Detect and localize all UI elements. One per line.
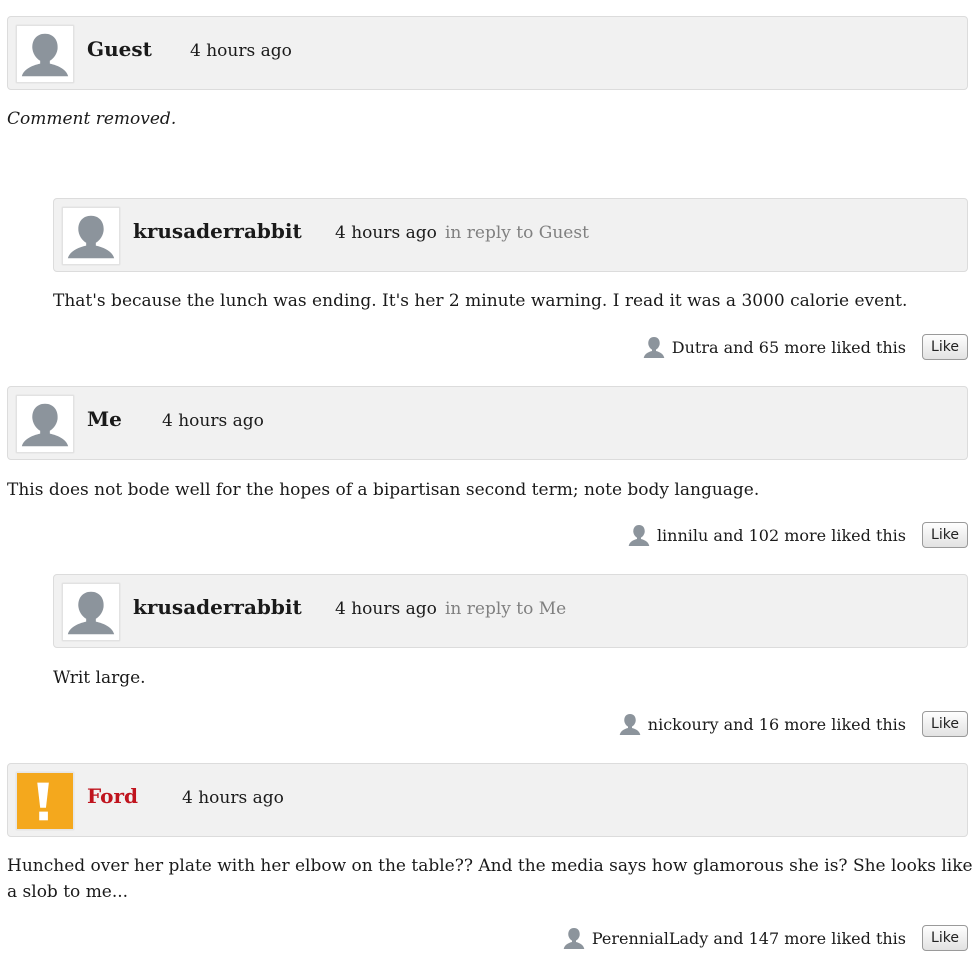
liker-avatar-icon	[560, 925, 587, 951]
comment-thread: Guest 4 hours ago Comment removed. krusa…	[0, 0, 980, 957]
comment-timestamp[interactable]: 4 hours ago	[182, 788, 284, 808]
comment-text: Hunched over her plate with her elbow on…	[7, 856, 973, 902]
comment-timestamp[interactable]: 4 hours ago	[335, 223, 437, 243]
default-avatar-icon[interactable]	[62, 583, 120, 641]
likes-row: PerennialLady and 147 more liked this Li…	[560, 923, 968, 953]
default-avatar-icon[interactable]	[16, 395, 74, 453]
comment-timestamp[interactable]: 4 hours ago	[162, 411, 264, 431]
comment-header: Guest 4 hours ago	[7, 16, 968, 90]
likes-count-text[interactable]: nickoury and 16 more liked this	[648, 715, 906, 734]
likes-count-text[interactable]: Dutra and 65 more liked this	[672, 338, 906, 357]
like-button[interactable]: Like	[922, 522, 968, 548]
in-reply-to-link[interactable]: in reply to Me	[445, 599, 566, 619]
author-name[interactable]: Me	[87, 407, 122, 431]
reply-comment: krusaderrabbit 4 hours ago in reply to M…	[53, 574, 968, 648]
liker-avatar-icon	[640, 334, 667, 360]
default-avatar-icon[interactable]	[16, 25, 74, 83]
like-button[interactable]: Like	[922, 925, 968, 951]
comment-header: krusaderrabbit 4 hours ago in reply to M…	[53, 574, 968, 648]
comment-text: Writ large.	[53, 668, 146, 688]
comment-text: That's because the lunch was ending. It'…	[53, 291, 908, 311]
comment-header: krusaderrabbit 4 hours ago in reply to G…	[53, 198, 968, 272]
comment: Ford 4 hours ago	[7, 763, 968, 837]
reply-comment: krusaderrabbit 4 hours ago in reply to G…	[53, 198, 968, 272]
like-button[interactable]: Like	[922, 334, 968, 360]
exclamation-logo-icon[interactable]	[16, 772, 74, 830]
author-name[interactable]: Guest	[87, 37, 152, 61]
likes-row: linnilu and 102 more liked this Like	[625, 520, 968, 550]
liker-avatar-icon	[625, 522, 652, 548]
likes-row: Dutra and 65 more liked this Like	[640, 332, 968, 362]
comment-header: Ford 4 hours ago	[7, 763, 968, 837]
author-name[interactable]: Ford	[87, 784, 138, 808]
comment-text: Comment removed.	[7, 109, 177, 129]
comment-text: This does not bode well for the hopes of…	[7, 480, 760, 500]
comment-header: Me 4 hours ago	[7, 386, 968, 460]
in-reply-to-link[interactable]: in reply to Guest	[445, 223, 589, 243]
comment-timestamp[interactable]: 4 hours ago	[190, 41, 292, 61]
comment: Me 4 hours ago	[7, 386, 968, 460]
default-avatar-icon[interactable]	[62, 207, 120, 265]
liker-avatar-icon	[616, 711, 643, 737]
comment-timestamp[interactable]: 4 hours ago	[335, 599, 437, 619]
like-button[interactable]: Like	[922, 711, 968, 737]
author-name[interactable]: krusaderrabbit	[133, 595, 302, 619]
likes-count-text[interactable]: linnilu and 102 more liked this	[657, 526, 906, 545]
author-name[interactable]: krusaderrabbit	[133, 219, 302, 243]
likes-row: nickoury and 16 more liked this Like	[616, 709, 968, 739]
likes-count-text[interactable]: PerennialLady and 147 more liked this	[592, 929, 906, 948]
comment: Guest 4 hours ago	[7, 16, 968, 90]
